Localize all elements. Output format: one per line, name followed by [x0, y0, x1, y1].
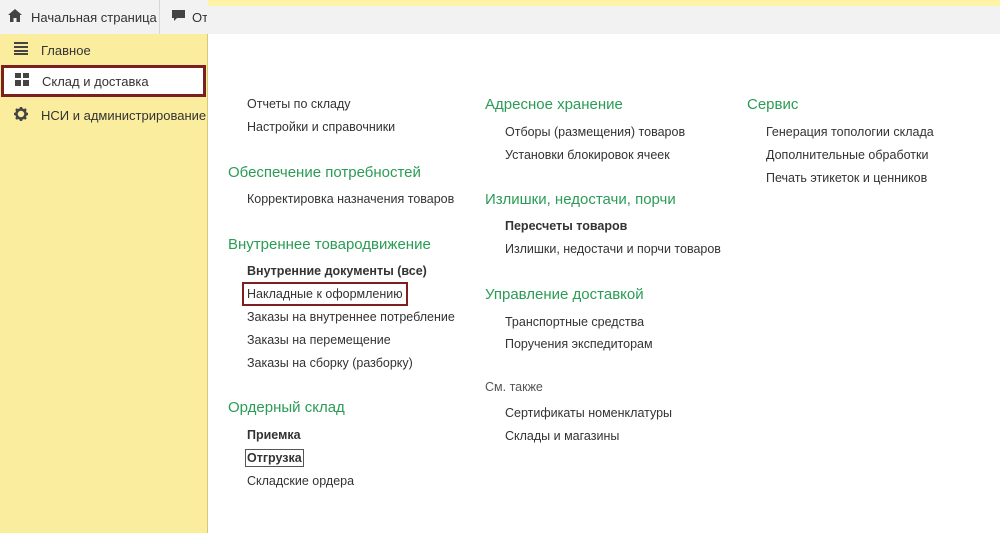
- gear-icon: [14, 106, 28, 124]
- tab-second-label: От: [192, 9, 207, 25]
- section-title-surplus-shortage: Излишки, недостачи, порчи: [485, 191, 676, 208]
- sidebar-item-label: Склад и доставка: [42, 73, 149, 89]
- menu-lines-icon: [14, 42, 28, 58]
- tab-home[interactable]: Начальная страница: [0, 0, 160, 34]
- active-tab-strip: [208, 0, 1000, 6]
- sidebar-item-admin[interactable]: НСИ и администрирование: [0, 99, 207, 131]
- link-warehouses-stores[interactable]: Склады и магазины: [505, 429, 619, 443]
- link-invoices-to-process[interactable]: Накладные к оформлению: [242, 282, 408, 306]
- section-title-delivery: Управление доставкой: [485, 286, 644, 303]
- link-topology-generation[interactable]: Генерация топологии склада: [766, 125, 934, 139]
- section-title-service: Сервис: [747, 96, 799, 113]
- link-surplus-shortage-goods[interactable]: Излишки, недостачи и порчи товаров: [505, 242, 721, 256]
- link-shipping[interactable]: Отгрузка: [245, 449, 304, 467]
- home-icon: [8, 9, 22, 25]
- see-also-title: См. также: [485, 380, 543, 394]
- link-picking-placement[interactable]: Отборы (размещения) товаров: [505, 125, 685, 139]
- link-warehouse-orders[interactable]: Складские ордера: [247, 474, 354, 488]
- link-print-labels[interactable]: Печать этикеток и ценников: [766, 171, 927, 185]
- link-additional-processing[interactable]: Дополнительные обработки: [766, 148, 928, 162]
- tab-home-label: Начальная страница: [31, 9, 157, 25]
- link-assembly-orders[interactable]: Заказы на сборку (разборку): [247, 356, 413, 370]
- link-transfer-orders[interactable]: Заказы на перемещение: [247, 333, 391, 347]
- sidebar: Главное Склад и доставка НСИ и администр…: [0, 34, 208, 533]
- section-title-internal-movement: Внутреннее товародвижение: [228, 236, 431, 253]
- link-warehouse-reports[interactable]: Отчеты по складу: [247, 97, 351, 111]
- sidebar-item-warehouse[interactable]: Склад и доставка: [1, 65, 206, 97]
- section-title-order-warehouse: Ордерный склад: [228, 399, 345, 416]
- link-item-certificates[interactable]: Сертификаты номенклатуры: [505, 406, 672, 420]
- link-internal-consumption-orders[interactable]: Заказы на внутреннее потребление: [247, 310, 455, 324]
- link-vehicles[interactable]: Транспортные средства: [505, 315, 644, 329]
- sidebar-item-label: Главное: [41, 42, 91, 58]
- sidebar-item-label: НСИ и администрирование: [41, 107, 207, 123]
- section-title-address-storage: Адресное хранение: [485, 96, 623, 113]
- sidebar-item-main[interactable]: Главное: [0, 34, 207, 66]
- link-cell-locks[interactable]: Установки блокировок ячеек: [505, 148, 670, 162]
- link-settings-references[interactable]: Настройки и справочники: [247, 120, 395, 134]
- grid-tiles-icon: [15, 73, 29, 89]
- link-internal-documents[interactable]: Внутренние документы (все): [247, 264, 427, 278]
- chat-bubble-icon: [171, 9, 186, 26]
- section-title-needs: Обеспечение потребностей: [228, 164, 421, 181]
- link-goods-assignment[interactable]: Корректировка назначения товаров: [247, 192, 454, 206]
- link-forwarder-tasks[interactable]: Поручения экспедиторам: [505, 337, 653, 351]
- tab-second[interactable]: От: [161, 0, 207, 34]
- section-panel: Отчеты по складу Настройки и справочники…: [208, 34, 1000, 533]
- link-receiving[interactable]: Приемка: [247, 428, 301, 442]
- link-goods-recount[interactable]: Пересчеты товаров: [505, 219, 627, 233]
